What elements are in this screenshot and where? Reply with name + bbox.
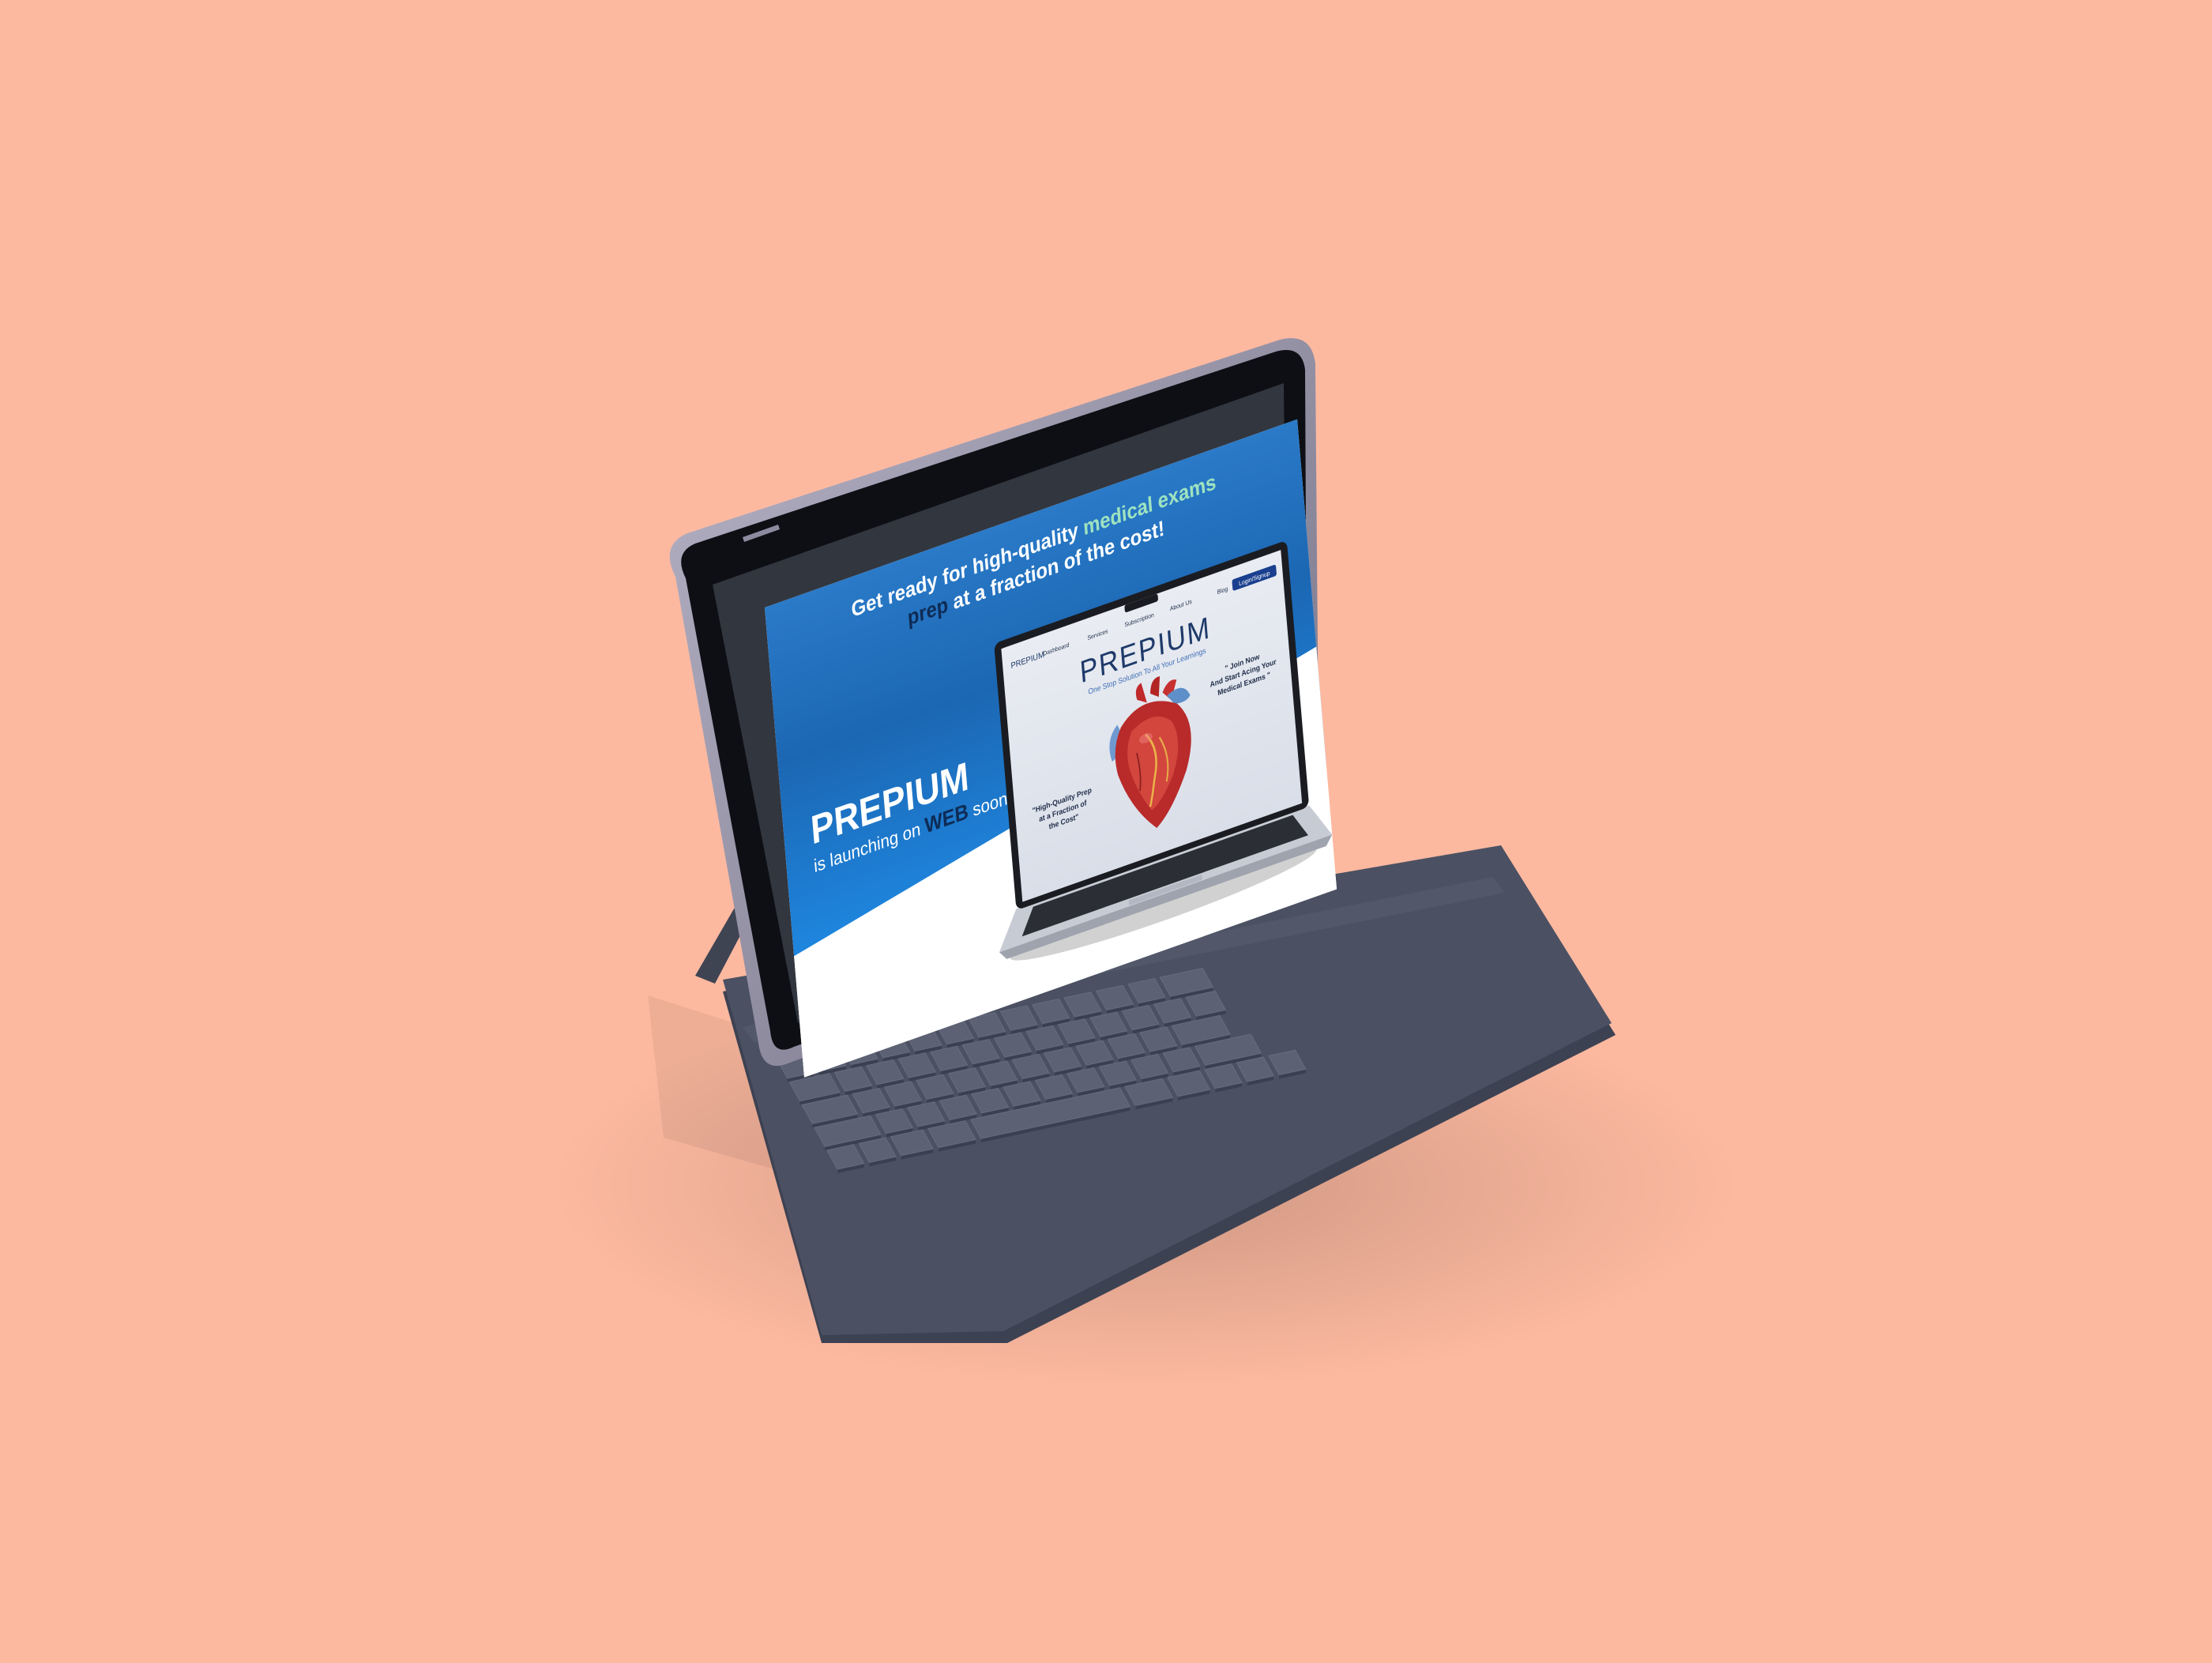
device-mockup-illustration: Get ready for high-quality medical exams… [545,338,1746,1390]
mockup-scene: Get ready for high-quality medical exams… [0,0,2212,1659]
